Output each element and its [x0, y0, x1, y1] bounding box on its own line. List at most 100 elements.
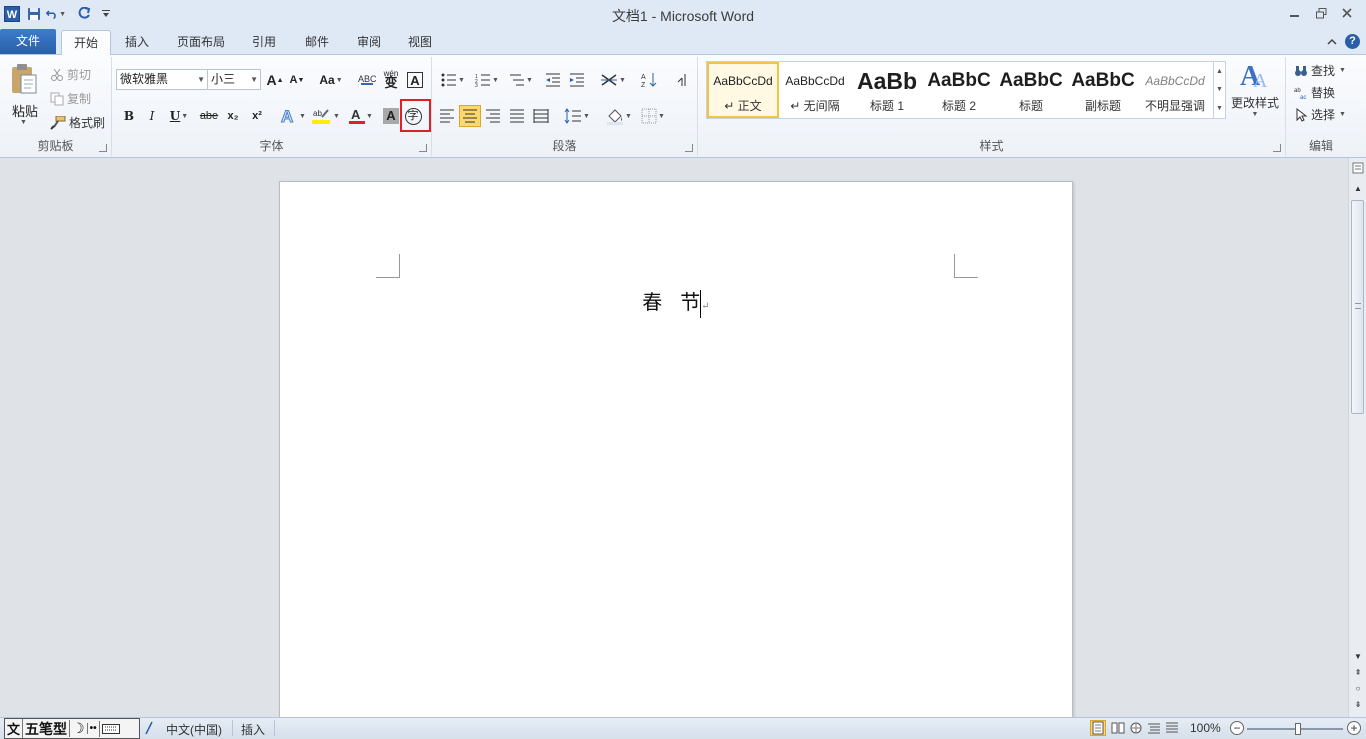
gallery-more-icon[interactable]: ▼: [1216, 105, 1223, 112]
show-marks-button[interactable]: [672, 69, 694, 91]
clipboard-launcher-icon[interactable]: [99, 144, 107, 152]
insert-mode-status[interactable]: 插入: [241, 721, 265, 738]
help-icon[interactable]: ?: [1345, 34, 1360, 49]
styles-launcher-icon[interactable]: [1273, 144, 1281, 152]
zoom-out-icon[interactable]: −: [1230, 721, 1244, 735]
next-page-icon[interactable]: ⇟: [1350, 698, 1366, 712]
clear-format-icon[interactable]: ABC: [356, 69, 378, 91]
cut-button[interactable]: 剪切: [50, 66, 91, 83]
restore-button[interactable]: [1308, 4, 1334, 22]
customize-qat-icon[interactable]: [96, 4, 116, 24]
font-size-combo[interactable]: 小三 ▼: [207, 69, 261, 90]
line-spacing-button[interactable]: ▼: [562, 105, 592, 127]
bold-button[interactable]: B: [118, 105, 140, 127]
char-shading-button[interactable]: A: [380, 105, 402, 127]
ime-halfwidth-icon[interactable]: ☽: [69, 720, 87, 737]
document-text[interactable]: 春节↵: [280, 286, 1072, 318]
copy-button[interactable]: 复制: [50, 90, 91, 107]
style-title[interactable]: AaBbC 标题: [995, 62, 1067, 118]
italic-button[interactable]: I: [141, 105, 163, 127]
subscript-button[interactable]: x₂: [222, 105, 244, 127]
close-button[interactable]: [1334, 4, 1360, 22]
style-normal[interactable]: AaBbCcDd ↵ 正文: [707, 62, 779, 118]
language-status[interactable]: 中文(中国): [166, 721, 222, 738]
document-area[interactable]: 春节↵: [0, 158, 1348, 721]
ime-toolbar[interactable]: ⽂ 五笔型 ☽ ••: [4, 718, 140, 739]
zoom-in-icon[interactable]: +: [1347, 721, 1361, 735]
tab-home[interactable]: 开始: [61, 30, 112, 56]
save-icon[interactable]: [24, 4, 44, 24]
paste-button[interactable]: 粘贴 ▼: [6, 61, 42, 131]
tab-insert[interactable]: 插入: [113, 30, 161, 55]
shrink-font-button[interactable]: A ▼: [286, 69, 308, 91]
select-button[interactable]: 选择 ▼: [1294, 106, 1346, 123]
text-effects-button[interactable]: A ▼: [278, 105, 308, 127]
style-heading-2[interactable]: AaBbC 标题 2: [923, 62, 995, 118]
web-layout-icon[interactable]: [1129, 721, 1143, 738]
gallery-up-icon[interactable]: ▲: [1216, 68, 1223, 75]
numbering-button[interactable]: 1 2 3 ▼: [472, 69, 502, 91]
undo-icon[interactable]: ▼: [46, 4, 66, 24]
ime-keyboard-icon[interactable]: [98, 720, 122, 737]
minimize-ribbon-icon[interactable]: [1327, 35, 1337, 49]
style-heading-1[interactable]: AaBb 标题 1: [851, 62, 923, 118]
zoom-slider-thumb[interactable]: [1295, 723, 1301, 735]
font-color-button[interactable]: A ▼: [346, 105, 376, 127]
spell-check-icon[interactable]: [144, 721, 154, 738]
find-button[interactable]: 查找 ▼: [1294, 62, 1346, 79]
phonetic-guide-button[interactable]: wén 变: [380, 67, 402, 89]
select-browse-object-icon[interactable]: ○: [1350, 682, 1366, 696]
scroll-up-icon[interactable]: ▲: [1350, 182, 1366, 196]
tab-references[interactable]: 引用: [240, 30, 288, 55]
align-left-button[interactable]: [436, 105, 458, 127]
tab-review[interactable]: 审阅: [345, 30, 393, 55]
ruler-toggle-icon[interactable]: [1350, 162, 1366, 176]
style-subtitle[interactable]: AaBbC 副标题: [1067, 62, 1139, 118]
replace-button[interactable]: ab ac 替换: [1294, 84, 1335, 101]
sort-button[interactable]: AZ: [638, 69, 660, 91]
tab-page-layout[interactable]: 页面布局: [165, 30, 237, 55]
full-screen-reading-icon[interactable]: [1111, 721, 1125, 738]
underline-button[interactable]: U ▼: [164, 105, 194, 127]
font-name-combo[interactable]: 微软雅黑 ▼: [116, 69, 208, 90]
zoom-slider[interactable]: [1247, 723, 1343, 735]
zoom-level[interactable]: 100%: [1190, 721, 1221, 735]
bullets-button[interactable]: ▼: [438, 69, 468, 91]
font-launcher-icon[interactable]: [419, 144, 427, 152]
distributed-button[interactable]: [530, 105, 552, 127]
style-no-spacing[interactable]: AaBbCcDd ↵ 无间隔: [779, 62, 851, 118]
borders-button[interactable]: ▼: [638, 105, 668, 127]
style-subtle-emphasis[interactable]: AaBbCcDd 不明显强调: [1139, 62, 1211, 118]
draft-view-icon[interactable]: [1165, 721, 1179, 738]
print-layout-view-icon[interactable]: [1090, 720, 1106, 736]
highlight-color-button[interactable]: ab ▼: [310, 105, 342, 127]
redo-icon[interactable]: [74, 4, 94, 24]
word-app-icon[interactable]: W: [2, 4, 22, 24]
scroll-down-icon[interactable]: ▼: [1350, 650, 1366, 664]
change-styles-button[interactable]: AA 更改样式 ▼: [1228, 59, 1282, 133]
strikethrough-button[interactable]: abe: [198, 105, 220, 127]
ime-mode[interactable]: 五笔型: [23, 719, 69, 739]
vertical-scrollbar[interactable]: ▲ ▼ ⇞ ○ ⇟: [1348, 158, 1366, 717]
grow-font-button[interactable]: A ▲: [264, 69, 286, 91]
minimize-button[interactable]: [1282, 4, 1308, 22]
tab-view[interactable]: 视图: [396, 30, 444, 55]
multilevel-list-button[interactable]: ▼: [506, 69, 536, 91]
align-right-button[interactable]: [482, 105, 504, 127]
shading-button[interactable]: ▼: [604, 105, 634, 127]
tab-file[interactable]: 文件: [0, 29, 56, 54]
format-painter-button[interactable]: 格式刷: [50, 114, 105, 131]
gallery-scroll[interactable]: ▲ ▼ ▼: [1213, 62, 1225, 118]
change-case-button[interactable]: Aa ▼: [316, 69, 346, 91]
scroll-thumb[interactable]: [1351, 200, 1364, 414]
ime-logo-icon[interactable]: ⽂: [5, 719, 24, 738]
document-page[interactable]: 春节↵: [279, 181, 1073, 721]
ime-punctuation-icon[interactable]: ••: [86, 723, 99, 734]
increase-indent-button[interactable]: [566, 69, 588, 91]
justify-button[interactable]: [506, 105, 528, 127]
char-border-button[interactable]: A: [404, 69, 426, 91]
align-center-button[interactable]: [459, 105, 481, 127]
paragraph-launcher-icon[interactable]: [685, 144, 693, 152]
outline-view-icon[interactable]: [1147, 721, 1161, 738]
tab-mailings[interactable]: 邮件: [293, 30, 341, 55]
